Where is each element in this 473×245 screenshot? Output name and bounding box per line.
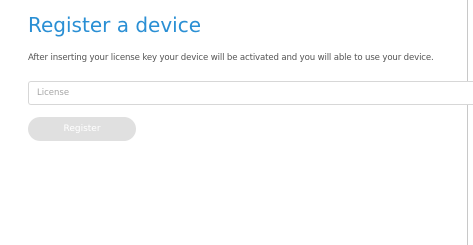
register-button[interactable]: Register	[28, 117, 136, 141]
page-title: Register a device	[28, 13, 202, 37]
instructions-text: After inserting your license key your de…	[28, 53, 434, 63]
license-input[interactable]	[28, 81, 473, 105]
register-panel: Register a device After inserting your l…	[0, 0, 473, 245]
